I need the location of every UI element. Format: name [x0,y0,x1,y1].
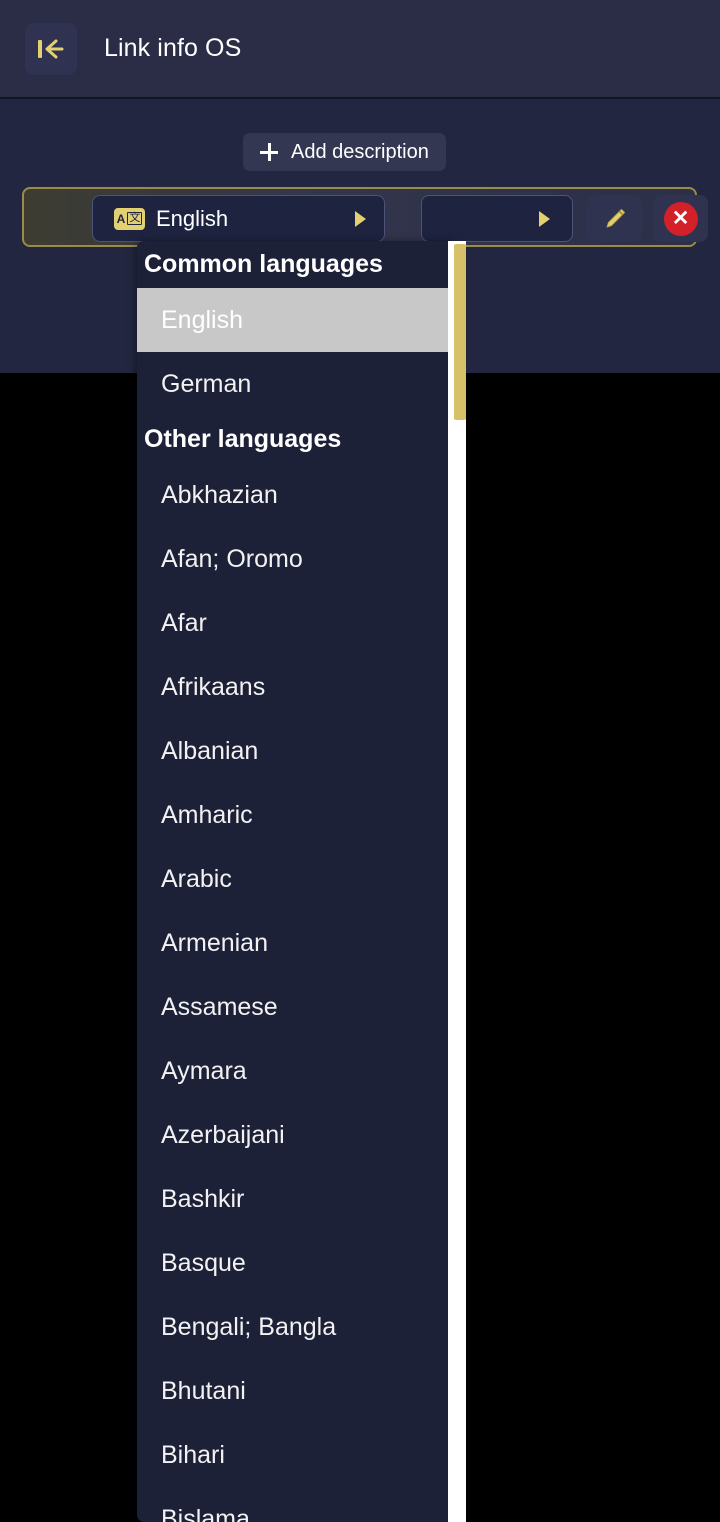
dropdown-item[interactable]: Basque [137,1231,454,1295]
dropdown-scrollbar-thumb[interactable] [454,244,466,420]
dropdown-item[interactable]: Bihari [137,1423,454,1487]
back-button[interactable] [25,22,77,75]
add-description-button[interactable]: Add description [243,133,446,171]
dropdown-item[interactable]: Aymara [137,1039,454,1103]
dropdown-item[interactable]: Azerbaijani [137,1103,454,1167]
dropdown-item[interactable]: Assamese [137,975,454,1039]
dropdown-scrollbar[interactable] [454,241,466,1522]
close-circle-icon: ✕ [663,201,698,236]
chevron-right-icon [355,210,366,227]
back-to-start-icon [36,38,66,60]
delete-button[interactable]: ✕ [653,195,708,242]
dropdown-item[interactable]: Afan; Oromo [137,527,454,591]
edit-button[interactable] [587,195,642,242]
top-bar: Link info OS [0,0,720,99]
language-select[interactable]: A 文 English [92,195,385,242]
dropdown-item[interactable]: English [137,288,454,352]
screen: Link info OS Add description A 文 English [0,0,720,1522]
dropdown-item[interactable]: Albanian [137,719,454,783]
dropdown-item[interactable]: Abkhazian [137,463,454,527]
dropdown-item[interactable]: Bengali; Bangla [137,1295,454,1359]
dropdown-item[interactable]: Amharic [137,783,454,847]
dropdown-item[interactable]: Afrikaans [137,655,454,719]
language-select-value: English [156,205,229,231]
language-row: A 文 English ✕ [22,187,708,247]
dropdown-item[interactable]: Afar [137,591,454,655]
dropdown-item[interactable]: Arabic [137,847,454,911]
chevron-right-icon [539,210,550,227]
language-variant-select[interactable] [421,195,573,242]
pencil-icon [606,208,625,227]
dropdown-item[interactable]: Armenian [137,911,454,975]
plus-icon [260,143,278,161]
add-description-label: Add description [291,140,429,163]
dropdown-item[interactable]: Bislama [137,1487,454,1522]
dropdown-item[interactable]: Bhutani [137,1359,454,1423]
translate-icon-a: A [116,211,126,226]
dropdown-group-title: Other languages [137,416,454,463]
translate-icon-cjk: 文 [127,212,143,225]
language-dropdown-list[interactable]: Common languages English German Other langu… [137,241,454,1522]
dropdown-item[interactable]: Bashkir [137,1167,454,1231]
dropdown-group-title: Common languages [137,241,454,288]
dropdown-item[interactable]: German [137,352,454,416]
page-title: Link info OS [104,34,242,62]
translate-icon: A 文 [114,207,145,230]
